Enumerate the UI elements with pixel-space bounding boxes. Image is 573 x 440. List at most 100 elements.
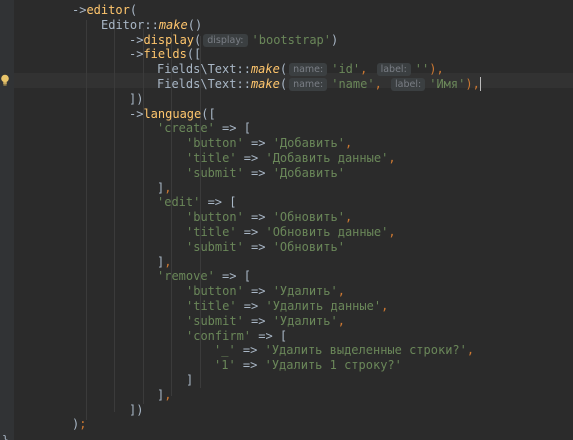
code-editor[interactable]: ->editor(Editor::make() ->display(display… (0, 0, 573, 440)
code-token: ]) (129, 91, 144, 106)
code-line[interactable]: ->editor( (72, 3, 137, 18)
editor-gutter[interactable] (0, 0, 14, 440)
code-token: -> (129, 32, 144, 47)
code-token: ), (465, 77, 480, 91)
code-line[interactable]: '1' => 'Удалить 1 строку?' (214, 358, 402, 373)
code-token: fields (143, 47, 187, 62)
code-token: , (466, 343, 475, 358)
code-token: :: (236, 62, 251, 77)
code-token: 'Добавить данные' (265, 151, 389, 165)
code-token: make (250, 62, 280, 77)
code-token: ] (186, 373, 194, 387)
code-line[interactable]: ]) (129, 92, 143, 107)
code-token: 'Имя' (429, 77, 466, 91)
code-token: ( (279, 77, 288, 91)
code-token: ), (429, 62, 444, 77)
code-line[interactable]: Fields\Text::make(name:'id', label: ''), (157, 62, 444, 77)
closing-brace: } (2, 433, 9, 440)
code-line[interactable]: ], (157, 255, 171, 270)
parameter-hint: label: (391, 78, 426, 91)
parameter-hint: display: (203, 33, 248, 47)
code-line[interactable]: Editor::make() (101, 18, 202, 33)
code-line[interactable]: ->display(display:'bootstrap') (129, 33, 338, 48)
code-line[interactable]: ); (72, 417, 86, 432)
code-token: 'Удалить' (272, 284, 338, 299)
code-token: 'Обновить' (272, 239, 345, 254)
code-token: => [ (214, 121, 251, 136)
code-token: , (337, 313, 345, 328)
code-line[interactable]: 'submit' => 'Добавить' (186, 166, 345, 181)
code-token: 'Удалить данные' (265, 299, 382, 313)
code-line[interactable]: 'title' => 'Добавить данные', (186, 151, 396, 166)
code-token: , (374, 77, 390, 91)
code-token: => (243, 165, 273, 180)
code-line[interactable]: 'button' => 'Обновить', (186, 210, 352, 225)
code-token: 'title' (186, 225, 237, 239)
code-token: 'Обновить данные' (265, 225, 389, 239)
code-line[interactable]: 'submit' => 'Удалить', (186, 314, 345, 329)
code-token: 'Удалить выделенные строки?' (264, 343, 467, 358)
code-token: ( (194, 32, 202, 47)
code-token: make (158, 17, 188, 32)
code-line[interactable]: ->language([ (129, 107, 216, 122)
code-token: -> (129, 47, 144, 62)
code-token: 'bootstrap' (251, 32, 331, 47)
code-token: , (381, 299, 389, 313)
text-caret (479, 77, 481, 91)
parameter-hint: name: (289, 78, 328, 91)
code-token: 'create' (157, 121, 215, 136)
lightbulb-icon[interactable] (0, 74, 10, 87)
code-token: => (235, 343, 265, 358)
code-token: () (187, 17, 203, 32)
code-token: 'button' (186, 136, 244, 151)
code-token: => (243, 313, 273, 328)
code-token: => [ (200, 195, 237, 210)
code-token: => [ (251, 328, 288, 343)
code-token: => (236, 151, 266, 165)
code-token: , (164, 180, 172, 195)
code-line[interactable]: ], (157, 388, 171, 403)
code-line[interactable]: 'title' => 'Удалить данные', (186, 299, 388, 314)
parameter-hint: name: (289, 63, 328, 77)
code-line[interactable]: 'remove' => [ (157, 269, 251, 284)
code-line[interactable]: 'title' => 'Обновить данные', (186, 225, 396, 240)
code-token: => (235, 358, 265, 373)
code-token: 'title' (186, 299, 237, 313)
code-token: 'name' (331, 77, 375, 91)
code-line[interactable]: 'create' => [ (157, 121, 251, 136)
code-token: 'Добавить' (272, 136, 345, 151)
code-token: '_' (214, 343, 236, 358)
code-line[interactable]: 'button' => 'Добавить', (186, 136, 352, 151)
code-token: , (344, 210, 353, 225)
code-line[interactable]: Fields\Text::make(name:'name', label: 'Им… (157, 77, 481, 92)
code-token: 'button' (186, 210, 244, 225)
code-token: Editor (101, 17, 145, 32)
code-line[interactable]: 'button' => 'Удалить', (186, 284, 345, 299)
code-token: ([ (201, 106, 216, 121)
code-token: 'edit' (157, 195, 201, 210)
code-token: -> (72, 3, 87, 17)
code-token: => (236, 299, 266, 313)
code-token: 'submit' (186, 313, 244, 328)
code-line[interactable]: 'confirm' => [ (186, 329, 287, 344)
code-token: 'title' (186, 151, 237, 165)
code-token: , (360, 62, 375, 77)
code-line[interactable]: 'submit' => 'Обновить' (186, 240, 345, 255)
code-token: 'Удалить' (272, 313, 338, 328)
code-line[interactable]: 'edit' => [ (157, 195, 236, 210)
code-line[interactable]: '_' => 'Удалить выделенные строки?', (214, 343, 474, 358)
code-token: 'Добавить' (272, 165, 345, 180)
code-token: :: (236, 77, 251, 91)
code-line[interactable]: ->fields([ (129, 47, 201, 62)
code-token: => (243, 239, 273, 254)
code-line[interactable]: ] (186, 373, 193, 388)
code-token: => [ (214, 269, 251, 284)
code-line[interactable]: ], (157, 181, 171, 196)
code-token: ; (79, 417, 87, 432)
code-token: language (143, 106, 202, 121)
code-token: , (388, 225, 396, 239)
code-token: , (164, 387, 172, 402)
code-line[interactable]: ]) (129, 403, 143, 418)
code-token: 'remove' (157, 269, 215, 284)
indent-guide (114, 24, 115, 412)
